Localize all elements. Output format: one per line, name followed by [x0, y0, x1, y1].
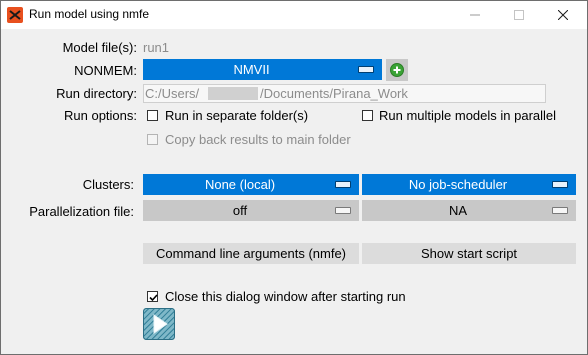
- add-nonmem-button[interactable]: [386, 59, 408, 81]
- close-after-run-label: Close this dialog window after starting …: [165, 289, 406, 304]
- run-button[interactable]: [143, 308, 175, 340]
- maximize-icon: [514, 10, 524, 20]
- parallelization-file-dropdown[interactable]: off: [143, 200, 359, 221]
- run-directory-suffix: /Documents/Pirana_Work: [260, 86, 408, 101]
- maximize-button[interactable]: [497, 1, 541, 29]
- dropdown-handle-icon: [552, 181, 568, 188]
- scheduler-selected: No job-scheduler: [408, 177, 508, 192]
- minimize-icon: [470, 14, 480, 16]
- separate-folders-checkbox[interactable]: [147, 110, 158, 121]
- close-button[interactable]: [541, 1, 585, 29]
- close-icon: [558, 10, 568, 20]
- checkmark-icon: [149, 294, 158, 302]
- run-directory-field[interactable]: C:/Users/ /Documents/Pirana_Work: [143, 84, 546, 103]
- dropdown-handle-icon: [335, 181, 351, 188]
- pirana-logo-icon: [7, 7, 23, 23]
- run-directory-label: Run directory:: [56, 86, 137, 101]
- dropdown-handle-icon: [335, 207, 351, 214]
- dropdown-handle-icon: [358, 66, 374, 73]
- show-start-script-label: Show start script: [420, 246, 518, 261]
- parallelization-file-selected: off: [232, 203, 248, 218]
- minimize-button[interactable]: [453, 1, 497, 29]
- parallelization-option-selected: NA: [448, 203, 468, 218]
- parallel-models-checkbox[interactable]: [362, 110, 373, 121]
- nonmem-label: NONMEM:: [74, 63, 137, 78]
- dialog-window: Run model using nmfe Model file(s): run1…: [0, 0, 588, 355]
- title-bar[interactable]: Run model using nmfe: [1, 1, 587, 29]
- dropdown-handle-icon: [552, 207, 568, 214]
- nonmem-dropdown[interactable]: NMVII: [143, 59, 382, 80]
- cluster-dropdown[interactable]: None (local): [143, 174, 359, 195]
- window-title: Run model using nmfe: [29, 7, 150, 21]
- close-after-run-checkbox[interactable]: [147, 291, 158, 302]
- run-options-label: Run options:: [64, 108, 137, 123]
- add-circle-icon: [390, 63, 404, 77]
- parallelization-option-dropdown[interactable]: NA: [362, 200, 576, 221]
- parallel-models-label: Run multiple models in parallel: [379, 108, 557, 123]
- redacted-username: [208, 87, 258, 100]
- show-start-script-button[interactable]: Show start script: [362, 243, 576, 264]
- command-line-arguments-button[interactable]: Command line arguments (nmfe): [143, 243, 359, 264]
- cluster-selected: None (local): [204, 177, 276, 192]
- clusters-label: Clusters:: [82, 177, 134, 192]
- run-directory-prefix: C:/Users/: [145, 86, 200, 101]
- parallelization-label: Parallelization file:: [29, 204, 134, 219]
- separate-folders-label: Run in separate folder(s): [165, 108, 309, 123]
- copy-back-checkbox: [147, 134, 158, 145]
- command-line-arguments-label: Command line arguments (nmfe): [155, 246, 347, 261]
- scheduler-dropdown[interactable]: No job-scheduler: [362, 174, 576, 195]
- model-files-label: Model file(s):: [62, 40, 137, 55]
- copy-back-label: Copy back results to main folder: [165, 132, 351, 147]
- nonmem-selected: NMVII: [233, 62, 270, 77]
- play-icon: [143, 308, 175, 340]
- model-files-value: run1: [143, 40, 170, 55]
